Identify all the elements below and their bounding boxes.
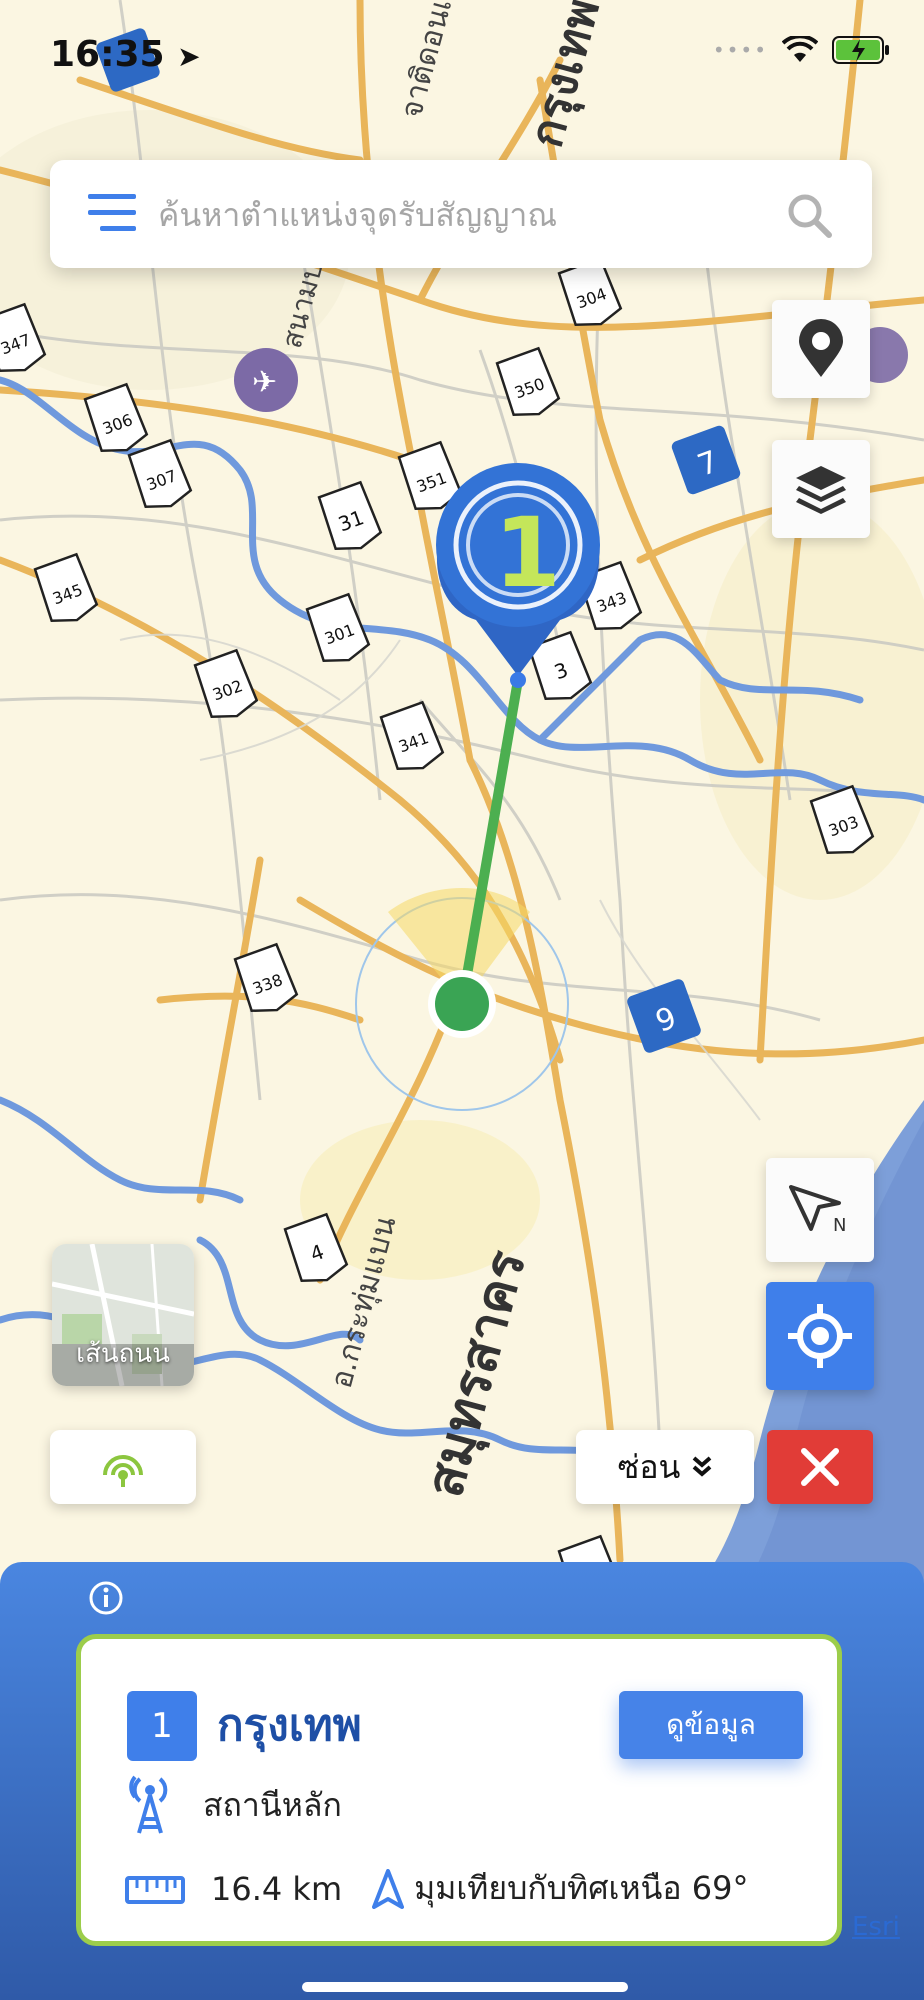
- view-details-button[interactable]: ดูข้อมูล: [619, 1691, 803, 1759]
- compass-north-button[interactable]: N: [766, 1158, 874, 1262]
- double-chevron-down-icon: [693, 1456, 712, 1477]
- station-card: 1 กรุงเทพ ดูข้อมูล สถานีหลัก 16.4 km มุม…: [76, 1634, 842, 1946]
- station-number-badge: 1: [127, 1691, 197, 1761]
- svg-text:✈: ✈: [252, 365, 277, 400]
- status-time: 16:35 ➤: [50, 34, 201, 75]
- station-distance: 16.4 km: [211, 1869, 343, 1908]
- svg-text:N: N: [833, 1215, 846, 1235]
- close-icon: [801, 1448, 839, 1486]
- ruler-icon: [125, 1875, 185, 1904]
- battery-charging-icon: [832, 36, 889, 64]
- station-distance-row: 16.4 km มุมเทียบกับทิศเหนือ 69°: [125, 1863, 749, 1914]
- map-style-thumbnail[interactable]: เส้นถนน: [52, 1244, 194, 1386]
- antenna-tower-icon: [129, 1775, 168, 1834]
- wifi-icon: [782, 36, 818, 62]
- info-icon[interactable]: [88, 1580, 124, 1616]
- locate-me-button[interactable]: [766, 1282, 874, 1390]
- broadcast-icon: [103, 1455, 143, 1487]
- search-bar: [50, 160, 872, 268]
- station-type: สถานีหลัก: [203, 1785, 342, 1824]
- close-route-button[interactable]: [767, 1430, 873, 1504]
- signal-dots-icon: ••••: [712, 38, 768, 62]
- layers-button[interactable]: [772, 440, 870, 538]
- menu-icon[interactable]: [88, 190, 140, 238]
- attribution-link[interactable]: Esri: [852, 1912, 900, 1942]
- status-bar: 16:35 ➤ ••••: [0, 0, 924, 110]
- navigation-north-icon: N: [789, 1185, 846, 1235]
- station-pin-button[interactable]: [772, 300, 870, 398]
- layers-icon: [796, 466, 846, 514]
- signal-button[interactable]: [50, 1430, 196, 1504]
- search-input[interactable]: [156, 182, 760, 248]
- hide-panel-button[interactable]: ซ่อน: [576, 1430, 754, 1504]
- location-arrow-icon: ➤: [177, 40, 201, 73]
- station-type-row: สถานีหลัก: [125, 1775, 342, 1835]
- home-indicator: [302, 1982, 628, 1992]
- hide-label: ซ่อน: [617, 1447, 681, 1486]
- search-icon[interactable]: [786, 192, 832, 238]
- map-style-label: เส้นถนน: [76, 1339, 170, 1369]
- north-bearing-icon: [372, 1868, 405, 1909]
- crosshair-icon: [788, 1304, 852, 1368]
- station-marker-number: 1: [494, 497, 561, 609]
- station-name: กรุงเทพ: [217, 1700, 362, 1751]
- status-icons: ••••: [713, 36, 890, 64]
- station-bearing: มุมเทียบกับทิศเหนือ 69°: [414, 1869, 749, 1907]
- map-pin-icon: [799, 319, 843, 377]
- current-location-dot: [435, 977, 489, 1031]
